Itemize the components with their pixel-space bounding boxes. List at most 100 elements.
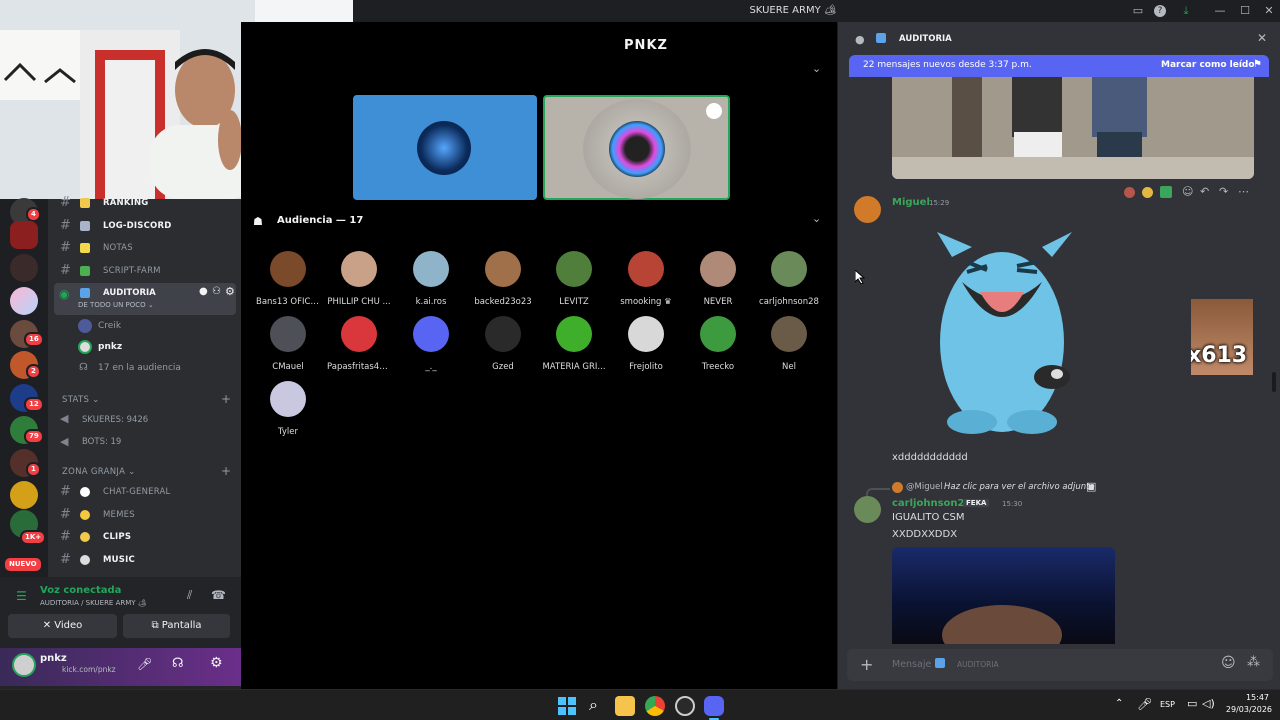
audience-member[interactable]: NEVER	[686, 251, 750, 307]
image-attachment[interactable]	[892, 77, 1254, 179]
category-zona-granja[interactable]: ZONA GRANJA ⌄	[62, 467, 136, 477]
audience-member[interactable]: Nel	[757, 316, 821, 372]
channel-notas[interactable]: # NOTAS	[54, 238, 236, 258]
checkmark-reaction[interactable]	[1160, 186, 1172, 198]
chrome-icon[interactable]	[645, 696, 665, 716]
chat-icon[interactable]: ●	[199, 286, 208, 297]
discord-icon[interactable]	[704, 696, 724, 716]
video-button[interactable]: ✕ Video	[8, 614, 117, 638]
channel-log-discord[interactable]: # LOG-DISCORD	[54, 216, 236, 236]
minimize-icon[interactable]: —	[1212, 3, 1228, 19]
emoji-picker-icon[interactable]: ☺	[1221, 655, 1236, 671]
stat-bots[interactable]: BOTS: 19	[82, 437, 121, 447]
audience-member[interactable]: smooking ♛	[614, 251, 678, 307]
speaker-tile[interactable]	[353, 95, 537, 200]
search-icon[interactable]: ⌕	[589, 695, 598, 715]
microphone-icon[interactable]: 🎤︎	[1137, 697, 1152, 711]
audience-member[interactable]: k.ai.ros	[399, 251, 463, 307]
audience-member[interactable]: Treecko	[686, 316, 750, 372]
collapse-chevron-icon[interactable]: ⌄	[812, 62, 821, 75]
meme-image[interactable]: x613	[1191, 299, 1253, 375]
message-input-box[interactable]: + Mensaje AUDITORIA ☺ ⁂	[847, 649, 1273, 681]
add-channel-icon[interactable]: +	[221, 392, 231, 406]
download-icon[interactable]: ⤓	[1178, 3, 1194, 19]
more-options-icon[interactable]: ⋯	[1238, 185, 1249, 198]
mark-read-button[interactable]: Marcar como leído	[1161, 60, 1255, 70]
avatar[interactable]	[854, 196, 881, 223]
reply-author[interactable]: @Miguel	[906, 482, 943, 492]
reaction-emoji[interactable]	[1124, 187, 1135, 198]
add-channel-icon[interactable]: +	[221, 464, 231, 478]
channel-music[interactable]: # MUSIC	[54, 550, 236, 570]
help-icon[interactable]: ?	[1154, 5, 1166, 17]
message-input-placeholder[interactable]: Mensaje	[892, 659, 931, 670]
channel-memes[interactable]: # MEMES	[54, 505, 236, 525]
audience-member[interactable]: carljohnson28	[757, 251, 821, 307]
add-reaction-icon[interactable]: ☺	[1182, 185, 1193, 198]
signal-icon[interactable]: ☰	[16, 589, 27, 603]
speaker-tile-active[interactable]	[543, 95, 730, 200]
audience-member[interactable]: Tyler	[256, 381, 320, 437]
new-messages-banner[interactable]: 22 mensajes nuevos desde 3:37 p.m. Marca…	[849, 55, 1269, 77]
voice-member-creik[interactable]: Creik	[98, 321, 121, 331]
image-attachment[interactable]	[892, 547, 1115, 644]
disconnect-icon[interactable]: ☎	[211, 588, 226, 602]
apps-icon[interactable]: ⁂	[1247, 655, 1260, 670]
server-icon[interactable]	[10, 221, 38, 249]
audience-member[interactable]: Frejolito	[614, 316, 678, 372]
clock-date[interactable]: 29/03/2026	[1216, 705, 1272, 714]
audience-member[interactable]: PHILLIP CHU ...	[327, 251, 391, 307]
input-language[interactable]: ESP	[1160, 700, 1175, 709]
inbox-icon[interactable]: ▭	[1130, 3, 1146, 19]
audience-count[interactable]: 17 en la audiencia	[98, 363, 181, 373]
settings-icon[interactable]: ⚙	[225, 285, 235, 298]
audience-member[interactable]: MATERIA GRI...	[542, 316, 606, 372]
app-icon[interactable]	[675, 696, 695, 716]
server-icon[interactable]	[10, 481, 38, 509]
file-explorer-icon[interactable]	[615, 696, 635, 716]
settings-icon[interactable]: ⚙	[210, 655, 223, 671]
network-icon[interactable]: ▭	[1187, 697, 1197, 710]
scrollbar-thumb[interactable]	[1272, 372, 1276, 392]
sticker-image[interactable]	[932, 222, 1082, 437]
server-icon[interactable]	[10, 254, 38, 282]
close-icon[interactable]: ✕	[1261, 3, 1277, 19]
channel-script-farm[interactable]: # SCRIPT-FARM	[54, 261, 236, 281]
voice-member-pnkz[interactable]: pnkz	[98, 342, 122, 352]
volume-icon[interactable]: ◁)	[1202, 697, 1215, 710]
add-attachment-icon[interactable]: +	[860, 655, 873, 674]
reaction-emoji[interactable]	[1142, 187, 1153, 198]
audience-member[interactable]: backed23o23	[471, 251, 535, 307]
audience-member[interactable]: _._	[399, 316, 463, 372]
audience-member[interactable]: CMauel	[256, 316, 320, 372]
voice-status[interactable]: Voz conectada	[40, 585, 121, 596]
channel-clips[interactable]: # CLIPS	[54, 527, 236, 547]
message-author[interactable]: carljohnson28	[892, 498, 971, 509]
avatar[interactable]	[854, 496, 881, 523]
windows-start-icon[interactable]	[557, 696, 577, 716]
collapse-chevron-icon[interactable]: ⌄	[812, 212, 821, 225]
reply-text[interactable]: Haz clic para ver el archivo adjunto	[944, 482, 1095, 492]
maximize-icon[interactable]: ☐	[1237, 3, 1253, 19]
screen-share-button[interactable]: ⧉ Pantalla	[123, 614, 230, 638]
forward-icon[interactable]: ↷	[1219, 185, 1228, 198]
audience-member[interactable]: Bans13 OFICI...	[256, 251, 320, 307]
channel-chat-general[interactable]: # CHAT-GENERAL	[54, 482, 236, 502]
server-icon[interactable]	[10, 287, 38, 315]
microphone-icon[interactable]: 🎤︎	[137, 657, 152, 671]
show-hidden-icons[interactable]: ⌃	[1115, 698, 1123, 709]
channel-ranking[interactable]: # RANKING	[54, 193, 236, 213]
audience-member[interactable]: Gzed	[471, 316, 535, 372]
clock-time[interactable]: 15:47	[1233, 693, 1269, 702]
audience-member[interactable]: Papasfritas4k...	[327, 316, 391, 372]
reply-icon[interactable]: ↶	[1200, 185, 1209, 198]
voice-location[interactable]: AUDITORIA / SKUERE ARMY 🏕	[40, 599, 147, 607]
audience-member[interactable]: LEVITZ	[542, 251, 606, 307]
user-avatar[interactable]	[12, 653, 36, 677]
message-author[interactable]: Miguel	[892, 197, 930, 208]
channel-auditoria[interactable]: ◉ AUDITORIA DE TODO UN POCO ⌄ ● ⚇ ⚙	[54, 283, 236, 315]
add-user-icon[interactable]: ⚇	[212, 286, 221, 297]
noise-suppression-icon[interactable]: ⫽	[187, 588, 192, 603]
close-icon[interactable]: ✕	[1257, 31, 1267, 45]
headphones-icon[interactable]: ☊	[172, 656, 184, 671]
